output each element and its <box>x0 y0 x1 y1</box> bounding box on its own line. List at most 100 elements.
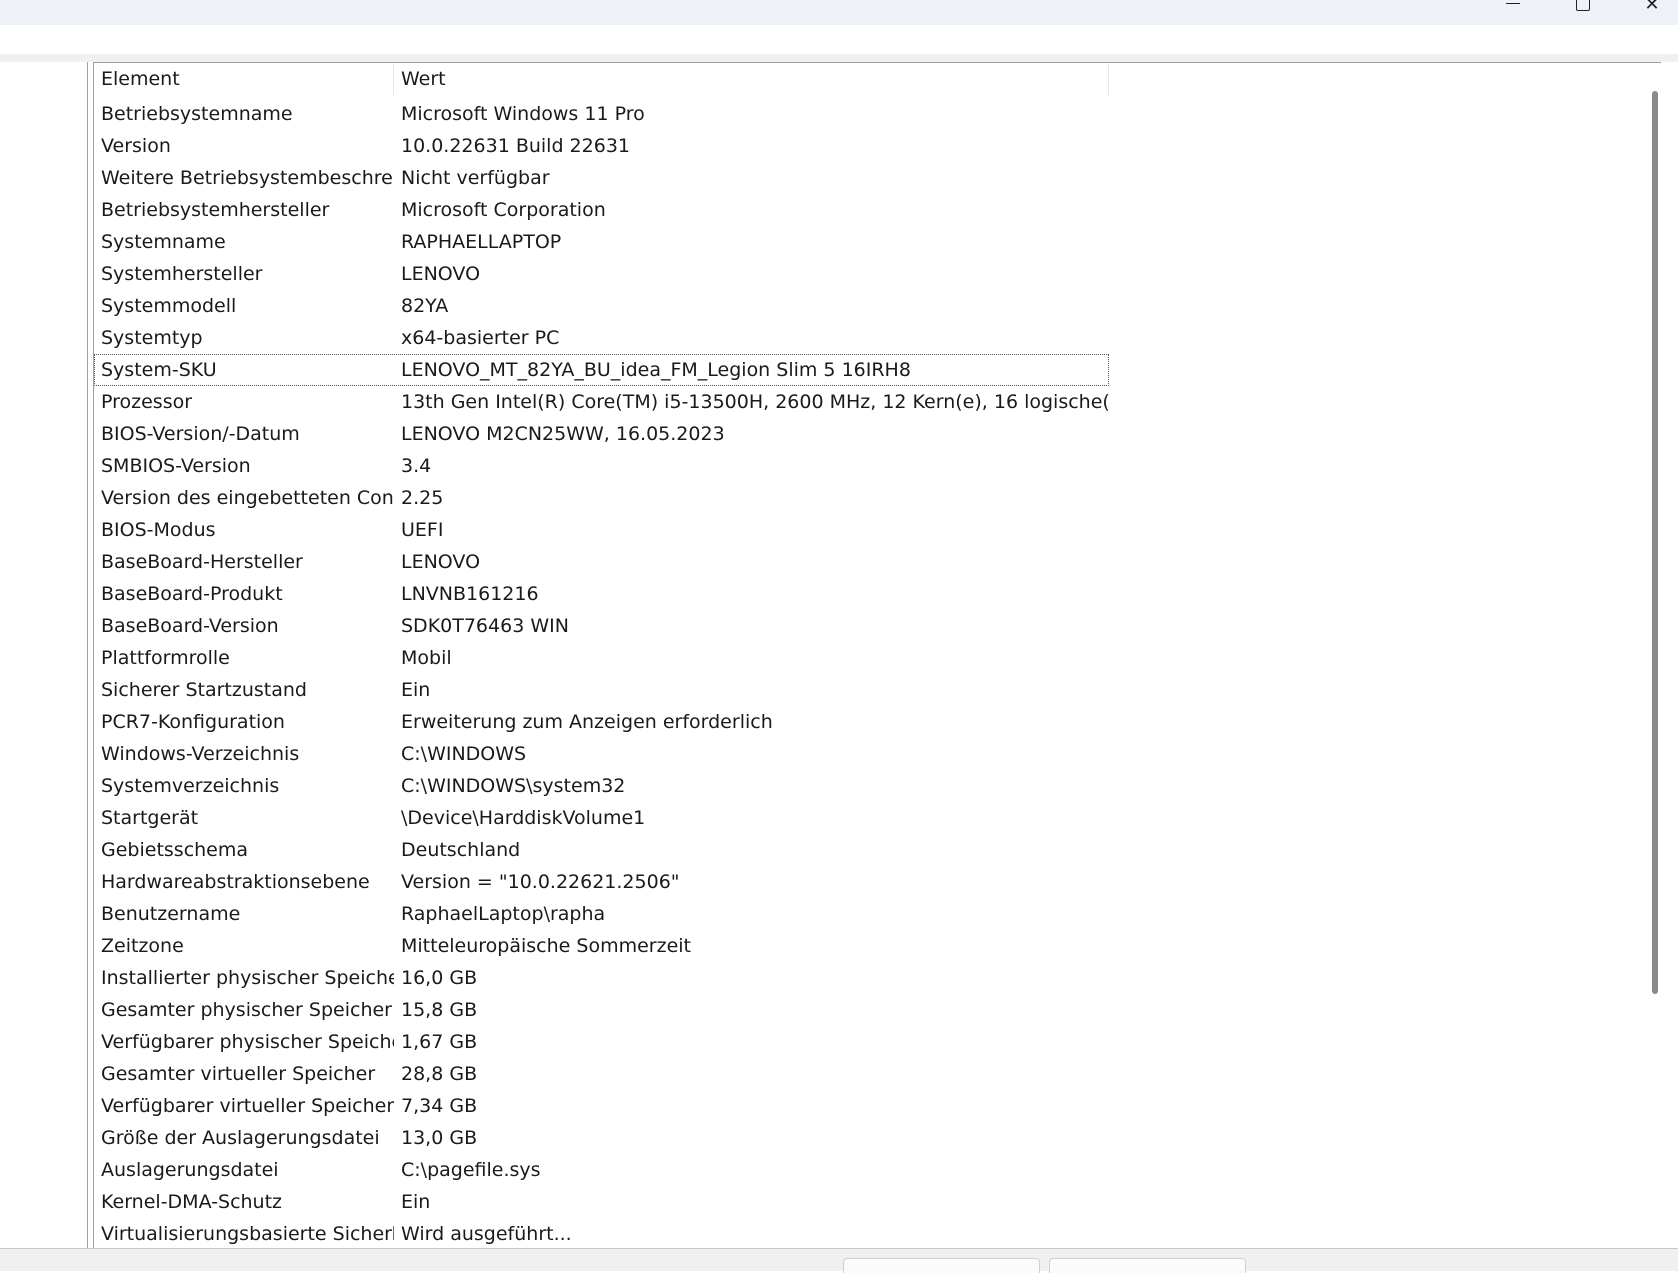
table-row[interactable]: Auslagerungsdatei C:\pagefile.sys <box>94 1154 1109 1186</box>
cell-wert: Wird ausgeführt... <box>401 1223 572 1245</box>
table-row[interactable]: Windows-Verzeichnis C:\WINDOWS <box>94 738 1109 770</box>
cell-element: Weitere Betriebsystembeschreib... <box>101 167 394 189</box>
minimize-button[interactable] <box>1498 0 1528 18</box>
cell-wert: \Device\HarddiskVolume1 <box>401 807 646 829</box>
cell-wert: 16,0 GB <box>401 967 478 989</box>
cell-element: BaseBoard-Hersteller <box>101 551 303 573</box>
table-row[interactable]: Kernel-DMA-Schutz Ein <box>94 1186 1109 1218</box>
cell-wert: Microsoft Corporation <box>401 199 606 221</box>
table-row[interactable]: Verfügbarer virtueller Speicher 7,34 GB <box>94 1090 1109 1122</box>
details-list-view[interactable]: Element Wert Betriebsystemname Microsoft … <box>93 62 1661 1249</box>
category-tree-pane[interactable] <box>0 62 88 1248</box>
table-row[interactable]: Version 10.0.22631 Build 22631 <box>94 130 1109 162</box>
table-row[interactable]: Benutzername RaphaelLaptop\rapha <box>94 898 1109 930</box>
cell-element: Verfügbarer virtueller Speicher <box>101 1095 394 1117</box>
maximize-button[interactable] <box>1568 0 1598 18</box>
table-row[interactable]: Version des eingebetteten Contr... 2.25 <box>94 482 1109 514</box>
cell-element: BIOS-Version/-Datum <box>101 423 300 445</box>
bottom-button-2[interactable] <box>1049 1258 1246 1273</box>
table-row[interactable]: Verfügbarer physischer Speicher 1,67 GB <box>94 1026 1109 1058</box>
cell-element: BaseBoard-Version <box>101 615 279 637</box>
table-row[interactable]: Weitere Betriebsystembeschreib... Nicht v… <box>94 162 1109 194</box>
table-row[interactable]: System-SKU LENOVO_MT_82YA_BU_idea_FM_Legi… <box>94 354 1109 386</box>
title-bar: ✕ <box>0 0 1678 25</box>
table-row[interactable]: BIOS-Version/-Datum LENOVO M2CN25WW, 16.0… <box>94 418 1109 450</box>
cell-wert: 10.0.22631 Build 22631 <box>401 135 631 157</box>
table-row[interactable]: Systemtyp x64-basierter PC <box>94 322 1109 354</box>
cell-element: Sicherer Startzustand <box>101 679 307 701</box>
table-row[interactable]: Virtualisierungsbasierte Sicherh... Wird … <box>94 1218 1109 1249</box>
cell-element: Systemhersteller <box>101 263 263 285</box>
table-row[interactable]: Zeitzone Mitteleuropäische Sommerzeit <box>94 930 1109 962</box>
table-row[interactable]: BIOS-Modus UEFI <box>94 514 1109 546</box>
cell-element: Verfügbarer physischer Speicher <box>101 1031 394 1053</box>
cell-wert: Deutschland <box>401 839 521 861</box>
table-row[interactable]: Plattformrolle Mobil <box>94 642 1109 674</box>
list-header: Element Wert <box>94 63 1109 95</box>
table-row[interactable]: BaseBoard-Produkt LNVNB161216 <box>94 578 1109 610</box>
table-row[interactable]: Systemhersteller LENOVO <box>94 258 1109 290</box>
cell-wert: 13th Gen Intel(R) Core(TM) i5-13500H, 26… <box>401 391 1109 413</box>
cell-element: Betriebsystemname <box>101 103 293 125</box>
table-row[interactable]: Sicherer Startzustand Ein <box>94 674 1109 706</box>
cell-wert: C:\WINDOWS <box>401 743 527 765</box>
cell-wert: 82YA <box>401 295 449 317</box>
table-row[interactable]: Größe der Auslagerungsdatei 13,0 GB <box>94 1122 1109 1154</box>
table-row[interactable]: Prozessor 13th Gen Intel(R) Core(TM) i5-1… <box>94 386 1109 418</box>
cell-wert: Erweiterung zum Anzeigen erforderlich <box>401 711 773 733</box>
cell-wert: RAPHAELLAPTOP <box>401 231 562 253</box>
cell-wert: C:\pagefile.sys <box>401 1159 541 1181</box>
cell-wert: UEFI <box>401 519 444 541</box>
cell-element: Prozessor <box>101 391 193 413</box>
cell-element: Systemname <box>101 231 226 253</box>
table-row[interactable]: Hardwareabstraktionsebene Version = "10.0… <box>94 866 1109 898</box>
table-row[interactable]: BaseBoard-Version SDK0T76463 WIN <box>94 610 1109 642</box>
scrollbar-thumb[interactable] <box>1652 91 1658 994</box>
cell-element: Gebietsschema <box>101 839 249 861</box>
table-row[interactable]: Gesamter physischer Speicher 15,8 GB <box>94 994 1109 1026</box>
cell-wert: 7,34 GB <box>401 1095 478 1117</box>
cell-element: BaseBoard-Produkt <box>101 583 283 605</box>
table-row[interactable]: PCR7-Konfiguration Erweiterung zum Anzeig… <box>94 706 1109 738</box>
cell-wert: 28,8 GB <box>401 1063 478 1085</box>
table-row[interactable]: Startgerät \Device\HarddiskVolume1 <box>94 802 1109 834</box>
cell-element: Größe der Auslagerungsdatei <box>101 1127 380 1149</box>
cell-element: Benutzername <box>101 903 241 925</box>
table-row[interactable]: Gebietsschema Deutschland <box>94 834 1109 866</box>
cell-wert: LENOVO M2CN25WW, 16.05.2023 <box>401 423 725 445</box>
cell-element: Systemtyp <box>101 327 203 349</box>
close-button[interactable]: ✕ <box>1637 0 1667 14</box>
table-row[interactable]: Betriebsystemname Microsoft Windows 11 Pr… <box>94 98 1109 130</box>
cell-element: SMBIOS-Version <box>101 455 251 477</box>
cell-wert: Mobil <box>401 647 452 669</box>
cell-wert: Ein <box>401 1191 431 1213</box>
cell-element: BIOS-Modus <box>101 519 216 541</box>
table-row[interactable]: Installierter physischer Speicher ... 16,… <box>94 962 1109 994</box>
vertical-scrollbar[interactable] <box>1647 63 1661 1249</box>
cell-wert: 3.4 <box>401 455 432 477</box>
column-header-element[interactable]: Element <box>94 63 394 95</box>
cell-element: Gesamter physischer Speicher <box>101 999 392 1021</box>
cell-wert: LNVNB161216 <box>401 583 539 605</box>
cell-element: Version <box>101 135 171 157</box>
column-header-wert[interactable]: Wert <box>394 63 1109 95</box>
bottom-button-1[interactable] <box>843 1258 1040 1273</box>
cell-element: Gesamter virtueller Speicher <box>101 1063 376 1085</box>
cell-wert: 1,67 GB <box>401 1031 478 1053</box>
cell-element: Betriebsystemhersteller <box>101 199 330 221</box>
table-row[interactable]: Systemmodell 82YA <box>94 290 1109 322</box>
table-row[interactable]: SMBIOS-Version 3.4 <box>94 450 1109 482</box>
cell-element: Systemmodell <box>101 295 237 317</box>
cell-element: PCR7-Konfiguration <box>101 711 285 733</box>
table-row[interactable]: Systemname RAPHAELLAPTOP <box>94 226 1109 258</box>
menu-bar <box>0 25 1678 54</box>
table-row[interactable]: BaseBoard-Hersteller LENOVO <box>94 546 1109 578</box>
table-row[interactable]: Systemverzeichnis C:\WINDOWS\system32 <box>94 770 1109 802</box>
cell-element: Version des eingebetteten Contr... <box>101 487 394 509</box>
table-row[interactable]: Betriebsystemhersteller Microsoft Corpora… <box>94 194 1109 226</box>
cell-element: Kernel-DMA-Schutz <box>101 1191 283 1213</box>
table-row[interactable]: Gesamter virtueller Speicher 28,8 GB <box>94 1058 1109 1090</box>
cell-element: Startgerät <box>101 807 199 829</box>
cell-wert: Mitteleuropäische Sommerzeit <box>401 935 691 957</box>
cell-wert: Microsoft Windows 11 Pro <box>401 103 645 125</box>
